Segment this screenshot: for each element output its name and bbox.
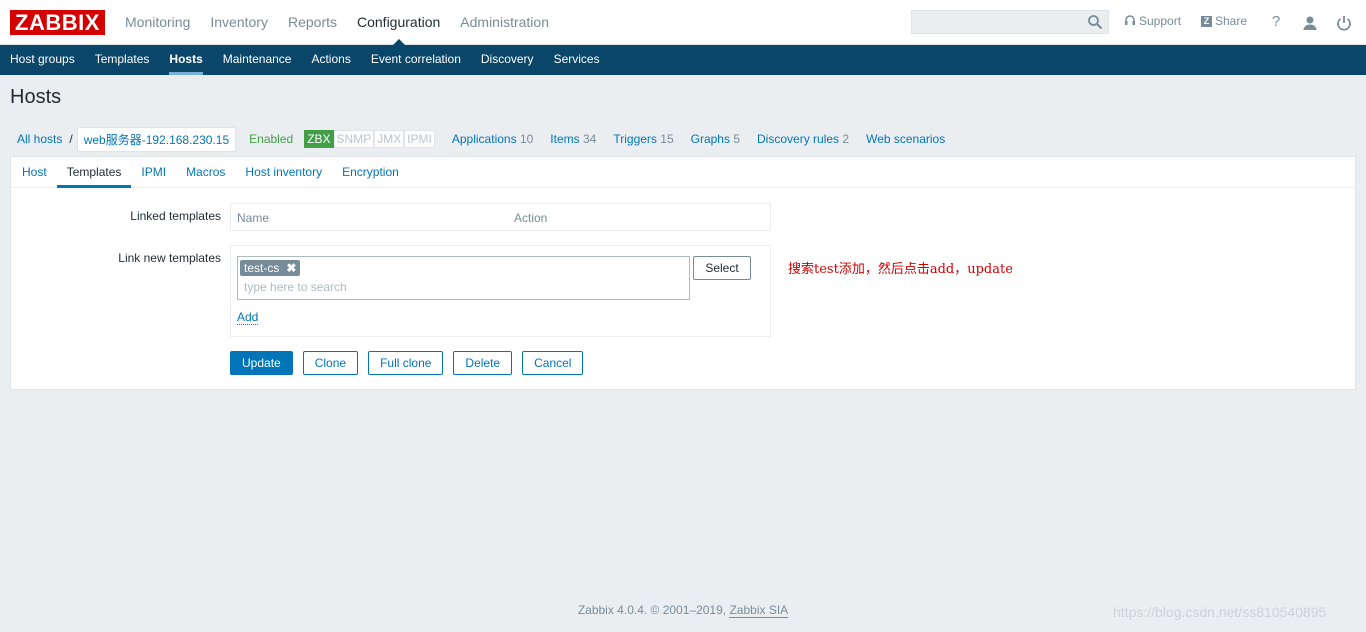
selected-template-chip: test-cs ✖: [240, 260, 301, 276]
share-icon: Z: [1201, 15, 1212, 27]
selected-template-label: test-cs: [244, 261, 280, 275]
submenu-event-correlation[interactable]: Event correlation: [361, 45, 471, 75]
full-clone-button[interactable]: Full clone: [368, 351, 444, 375]
menu-configuration[interactable]: Configuration: [347, 0, 450, 46]
items-label[interactable]: Items: [550, 132, 579, 146]
discovery-rules-count: 2: [842, 132, 850, 146]
badge-ipmi: IPMI: [404, 130, 435, 148]
submenu-host-groups[interactable]: Host groups: [0, 45, 85, 75]
host-status-enabled[interactable]: Enabled: [249, 132, 293, 146]
power-icon[interactable]: [1336, 14, 1352, 32]
help-icon[interactable]: ?: [1268, 13, 1284, 31]
delete-button[interactable]: Delete: [453, 351, 513, 375]
annotation-text: 搜索test添加，然后点击add，update: [788, 262, 1013, 277]
host-form-panel: Host Templates IPMI Macros Host inventor…: [10, 156, 1356, 390]
tab-host-inventory[interactable]: Host inventory: [235, 157, 332, 187]
column-name-header: Name: [237, 211, 270, 225]
form-buttons: Update Clone Full clone Delete Cancel: [230, 351, 584, 375]
menu-administration[interactable]: Administration: [450, 0, 559, 45]
headset-icon: [1125, 15, 1135, 25]
linked-templates-label: Linked templates: [130, 209, 221, 223]
web-scenarios-label[interactable]: Web scenarios: [866, 132, 945, 146]
share-link[interactable]: Z Share: [1201, 14, 1247, 28]
top-header: ZABBIX Monitoring Inventory Reports Conf…: [0, 0, 1366, 46]
menu-inventory[interactable]: Inventory: [200, 0, 278, 45]
global-search-input[interactable]: [911, 10, 1109, 34]
all-hosts-link[interactable]: All hosts: [17, 132, 62, 146]
clone-button[interactable]: Clone: [302, 351, 359, 375]
footer-copyright: Zabbix 4.0.4. © 2001–2019,: [577, 603, 727, 617]
link-new-templates-label: Link new templates: [118, 251, 221, 265]
main-menu: Monitoring Inventory Reports Configurati…: [115, 0, 559, 46]
tab-macros[interactable]: Macros: [176, 157, 235, 187]
remove-template-icon[interactable]: ✖: [286, 260, 296, 276]
linked-templates-table: Name Action: [230, 203, 771, 231]
page-title: Hosts: [10, 86, 62, 108]
submenu-actions[interactable]: Actions: [301, 45, 360, 75]
share-label: Share: [1215, 14, 1248, 28]
sub-menu: Host groups Templates Hosts Maintenance …: [0, 45, 1366, 75]
availability-badges: ZBX SNMP JMX IPMI: [304, 130, 435, 148]
tab-ipmi[interactable]: IPMI: [131, 157, 176, 187]
select-button[interactable]: Select: [693, 256, 751, 280]
discovery-rules-link[interactable]: Discovery rules 2: [757, 132, 849, 146]
support-label: Support: [1139, 14, 1182, 28]
graphs-link[interactable]: Graphs 5: [691, 132, 740, 146]
menu-reports[interactable]: Reports: [278, 0, 347, 45]
update-button[interactable]: Update: [230, 351, 293, 375]
applications-link[interactable]: Applications 10: [452, 132, 533, 146]
web-scenarios-link[interactable]: Web scenarios: [866, 132, 945, 146]
add-template-link[interactable]: Add: [237, 311, 259, 325]
badge-jmx: JMX: [374, 130, 405, 148]
tab-templates[interactable]: Templates: [56, 157, 132, 188]
template-multiselect[interactable]: test-cs ✖: [237, 256, 690, 300]
triggers-label[interactable]: Triggers: [613, 132, 657, 146]
host-navigation: All hosts / web服务器-192.168.230.15 Enable…: [10, 126, 945, 152]
badge-snmp: SNMP: [333, 130, 375, 148]
discovery-rules-label[interactable]: Discovery rules: [757, 132, 839, 146]
cancel-button[interactable]: Cancel: [522, 351, 584, 375]
tab-host[interactable]: Host: [12, 157, 57, 187]
items-link[interactable]: Items 34: [550, 132, 596, 146]
zabbix-sia-link[interactable]: Zabbix SIA: [729, 603, 789, 618]
host-name-link[interactable]: web服务器-192.168.230.15: [76, 126, 237, 152]
graphs-label[interactable]: Graphs: [691, 132, 730, 146]
items-count: 34: [582, 132, 597, 146]
template-search-input[interactable]: [244, 280, 674, 294]
applications-count: 10: [519, 132, 534, 146]
triggers-count: 15: [660, 132, 674, 146]
submenu-services[interactable]: Services: [544, 45, 610, 75]
form-tabs: Host Templates IPMI Macros Host inventor…: [11, 157, 1355, 188]
support-link[interactable]: Support: [1124, 14, 1181, 28]
submenu-discovery[interactable]: Discovery: [471, 45, 544, 75]
badge-zbx: ZBX: [304, 130, 334, 148]
user-profile-icon[interactable]: [1302, 14, 1318, 32]
watermark-text: https://blog.csdn.net/ss810540895: [1113, 604, 1327, 620]
zabbix-logo[interactable]: ZABBIX: [10, 10, 105, 35]
link-new-templates-box: test-cs ✖ Select Add: [230, 245, 771, 337]
tab-encryption[interactable]: Encryption: [332, 157, 409, 187]
applications-label[interactable]: Applications: [452, 132, 517, 146]
menu-monitoring[interactable]: Monitoring: [115, 0, 200, 45]
triggers-link[interactable]: Triggers 15: [613, 132, 673, 146]
column-action-header: Action: [514, 211, 548, 225]
graphs-count: 5: [733, 132, 741, 146]
submenu-maintenance[interactable]: Maintenance: [213, 45, 302, 75]
breadcrumb-separator: /: [69, 132, 73, 146]
submenu-hosts[interactable]: Hosts: [159, 45, 212, 75]
search-icon[interactable]: [1087, 14, 1103, 30]
submenu-templates[interactable]: Templates: [85, 45, 160, 75]
